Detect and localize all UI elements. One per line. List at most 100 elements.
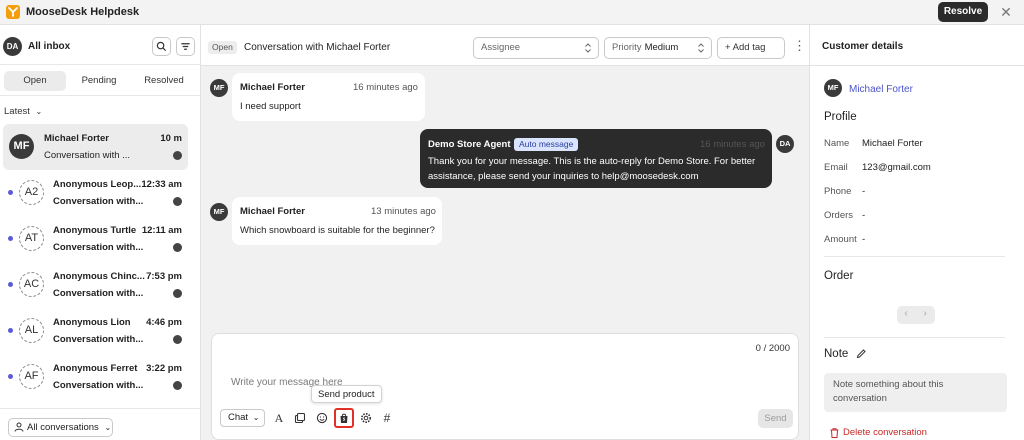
contact-avatar: AL (19, 318, 44, 343)
order-pager[interactable]: ‹ › (897, 306, 935, 324)
settings-gear-icon[interactable] (358, 410, 374, 426)
filter-button[interactable] (176, 37, 195, 56)
delete-conversation-button[interactable]: Delete conversation (830, 427, 927, 438)
delete-conversation-label: Delete conversation (843, 427, 927, 438)
auto-message-badge: Auto message (514, 138, 579, 151)
unread-dot (8, 236, 13, 241)
contact-name: Anonymous Chinc... (53, 271, 145, 282)
assignee-select[interactable]: Assignee (473, 37, 599, 59)
saved-replies-icon[interactable] (292, 410, 308, 426)
moosedesk-logo-icon (6, 5, 20, 19)
unread-dot (8, 328, 13, 333)
message-time: 16 minutes ago (700, 139, 765, 150)
unread-dot (8, 282, 13, 287)
search-button[interactable] (152, 37, 171, 56)
message-text-line: Thank you for your message. This is the … (428, 156, 756, 167)
chat-bubble-icon (173, 197, 182, 206)
message-text-line: assistance, please send your inquiries t… (428, 171, 699, 182)
tab-open[interactable]: Open (4, 71, 66, 91)
chevron-down-icon: ⌄ (252, 413, 260, 422)
conversation-item[interactable]: A2 Anonymous Leop... 12:33 am Conversati… (0, 171, 200, 217)
hashtag-icon[interactable]: # (379, 410, 395, 426)
field-label-phone: Phone (824, 186, 852, 197)
tab-pending[interactable]: Pending (68, 71, 130, 91)
conversation-item[interactable]: AT Anonymous Turtle 12:11 am Conversatio… (0, 217, 200, 263)
field-value-name: Michael Forter (862, 138, 923, 149)
all-conversations-dropdown[interactable]: All conversations ⌄ (8, 418, 113, 437)
user-icon (14, 422, 24, 432)
close-icon[interactable]: ✕ (999, 3, 1013, 21)
text-format-icon[interactable]: A (271, 410, 287, 426)
conversation-title: Conversation with Michael Forter (244, 42, 391, 53)
unread-dot (8, 374, 13, 379)
message-text: Which snowboard is suitable for the begi… (240, 225, 435, 236)
conversation-item[interactable]: AF Anonymous Ferret 3:22 pm Conversation… (0, 355, 200, 401)
sort-dropdown[interactable]: Latest ⌄ (4, 106, 42, 117)
more-options-icon[interactable]: ⋮ (793, 39, 806, 53)
note-input[interactable]: Note something about this conversation (824, 373, 1007, 412)
chat-bubble-icon (173, 151, 182, 160)
edit-pencil-icon[interactable] (856, 348, 867, 359)
order-heading: Order (824, 270, 854, 282)
customer-message: Michael Forter 16 minutes ago I need sup… (232, 73, 425, 121)
tab-resolved[interactable]: Resolved (133, 71, 195, 91)
message-sender: Michael Forter (240, 82, 305, 93)
contact-avatar: AT (19, 226, 44, 251)
emoji-icon[interactable] (314, 410, 330, 426)
priority-select[interactable]: Priority Medium (604, 37, 712, 59)
conversation-time: 12:11 am (141, 225, 182, 236)
chevron-right-icon[interactable]: › (920, 308, 930, 319)
send-product-tooltip: Send product (311, 385, 382, 403)
conversation-panel: Open Conversation with Michael Forter As… (201, 25, 809, 440)
conversation-preview: Conversation with ... (44, 150, 131, 161)
channel-select[interactable]: Chat ⌄ (220, 409, 265, 427)
customer-details-panel: Customer details MF Michael Forter Profi… (809, 25, 1024, 440)
note-placeholder-line: Note something about this (833, 379, 944, 390)
agent-avatar: DA (3, 37, 22, 56)
conversation-time: 3:22 pm (146, 363, 182, 374)
field-label-name: Name (824, 138, 850, 149)
contact-name: Michael Forter (44, 133, 109, 144)
message-text: I need support (240, 101, 301, 112)
contact-name: Anonymous Turtle (53, 225, 137, 236)
conversation-item[interactable]: AL Anonymous Lion 4:46 pm Conversation w… (0, 309, 200, 355)
message-sender: Michael Forter (240, 206, 305, 217)
title-bar: MooseDesk Helpdesk Resolve ✕ (0, 0, 1024, 25)
customer-name-link[interactable]: Michael Forter (849, 84, 913, 95)
conversation-time: 12:33 am (141, 179, 182, 190)
conversation-time: 4:46 pm (146, 317, 182, 328)
priority-label: Priority (612, 42, 642, 53)
conversation-preview: Conversation with... (53, 380, 144, 391)
message-avatar: MF (210, 203, 228, 221)
field-value-phone: - (862, 186, 866, 197)
chevron-left-icon[interactable]: ‹ (901, 308, 911, 319)
conversation-preview: Conversation with... (53, 242, 144, 253)
section-divider (824, 337, 1005, 338)
assignee-placeholder: Assignee (481, 42, 521, 53)
all-conversations-label: All conversations (27, 422, 99, 433)
resolve-button[interactable]: Resolve (938, 2, 988, 22)
note-placeholder-line: conversation (833, 393, 887, 404)
customer-avatar: MF (824, 79, 842, 97)
sidebar-footer: All conversations ⌄ (0, 408, 200, 440)
inbox-title[interactable]: All inbox (28, 41, 70, 52)
conversation-preview: Conversation with... (53, 288, 144, 299)
app-title: MooseDesk Helpdesk (26, 6, 140, 18)
add-tag-button[interactable]: + Add tag (717, 37, 785, 59)
message-composer: 0 / 2000 Send product Chat ⌄ A # Send (211, 333, 799, 440)
channel-label: Chat (228, 412, 249, 423)
contact-name: Anonymous Lion (53, 317, 131, 328)
send-product-icon[interactable] (334, 408, 354, 428)
send-button[interactable]: Send (758, 409, 793, 428)
conversation-item[interactable]: MF Michael Forter 10 m Conversation with… (3, 124, 188, 170)
inbox-header: DA All inbox (0, 25, 200, 65)
conversation-sidebar: DA All inbox Open Pending Resolved Lates… (0, 25, 201, 440)
message-time: 16 minutes ago (353, 82, 418, 93)
chat-bubble-icon (173, 289, 182, 298)
field-value-orders: - (862, 210, 866, 221)
profile-heading: Profile (824, 111, 857, 123)
message-input[interactable] (231, 374, 751, 390)
conversation-item[interactable]: AC Anonymous Chinc... 7:53 pm Conversati… (0, 263, 200, 309)
message-sender: Demo Store Agent (428, 139, 511, 150)
message-avatar: MF (210, 79, 228, 97)
